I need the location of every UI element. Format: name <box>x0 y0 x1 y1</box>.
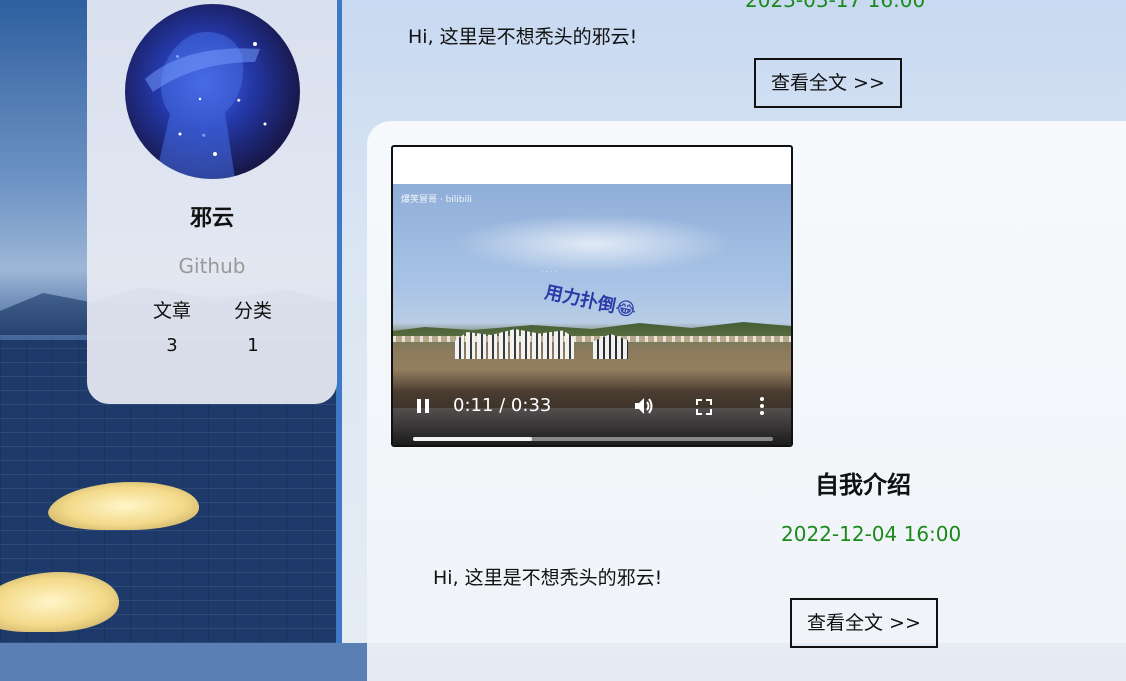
profile-name: 邪云 <box>189 206 234 231</box>
video-player[interactable]: 爆笑冒哥 · bilibili · · · · 用力扑倒😂 0:11 / 0:3… <box>391 145 793 447</box>
post-excerpt: Hi, 这里是不想秃头的邪云! <box>433 567 663 589</box>
post-date: 2022-12-04 16:00 <box>781 522 962 546</box>
stat-categories-label: 分类 <box>233 300 272 322</box>
profile-card: 邪云 Github 文章 3 分类 1 <box>87 0 337 404</box>
avatar[interactable] <box>125 4 300 179</box>
volume-icon[interactable] <box>633 396 655 416</box>
stat-categories[interactable]: 分类 1 <box>223 296 283 356</box>
video-progress-fill <box>413 437 532 441</box>
read-more-button[interactable]: 查看全文 >> <box>754 58 902 108</box>
post-title[interactable]: 自我介绍 <box>815 465 911 500</box>
post-excerpt: Hi, 这里是不想秃头的邪云! <box>408 26 638 48</box>
read-more-button[interactable]: 查看全文 >> <box>790 598 938 648</box>
video-small-caption: · · · · <box>541 268 557 276</box>
stat-articles-count: 3 <box>166 335 178 356</box>
video-controls: 0:11 / 0:33 <box>393 369 791 445</box>
stat-articles-label: 文章 <box>152 300 191 322</box>
video-time: 0:11 / 0:33 <box>453 395 552 416</box>
pause-icon[interactable] <box>415 397 431 415</box>
stat-categories-count: 1 <box>247 335 259 356</box>
post-date: 2023-03-17 16:00 <box>745 0 926 12</box>
fullscreen-icon[interactable] <box>695 398 713 416</box>
video-crowd <box>455 329 575 359</box>
stat-articles[interactable]: 文章 3 <box>142 296 202 356</box>
video-fence <box>393 336 791 342</box>
github-link[interactable]: Github <box>87 254 337 278</box>
video-clouds <box>453 214 733 274</box>
more-options-icon[interactable] <box>758 396 766 416</box>
video-progress-bar[interactable] <box>413 437 773 441</box>
video-caption: 用力扑倒😂 <box>542 281 639 322</box>
video-watermark: 爆笑冒哥 · bilibili <box>401 195 473 205</box>
